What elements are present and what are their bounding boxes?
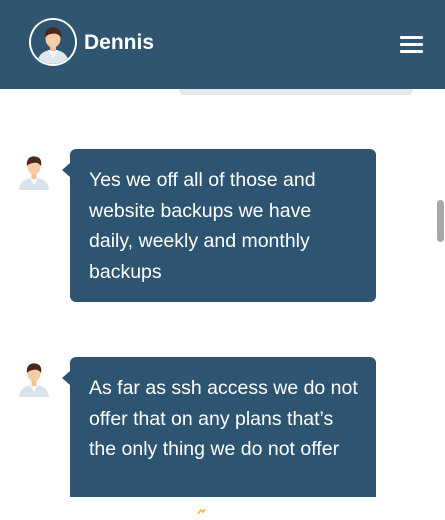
chat-message-list[interactable]: Yes we off all of those and website back… (0, 89, 445, 510)
contact-name: Dennis (84, 31, 155, 54)
hamburger-menu-icon[interactable] (394, 30, 428, 58)
bottom-edge (0, 497, 445, 510)
previous-message-bubble (179, 89, 413, 95)
menu-bar-top (400, 36, 423, 39)
sparkle-icon (197, 502, 206, 515)
chat-header: Dennis (0, 0, 445, 89)
contact-avatar[interactable] (29, 18, 77, 66)
message-bubble: Yes we off all of those and website back… (62, 149, 376, 302)
menu-bar-middle (400, 43, 423, 46)
person-avatar-icon (16, 359, 52, 397)
message-bubble: As far as ssh access we do not offer tha… (62, 357, 376, 510)
scrollbar-thumb[interactable] (437, 200, 444, 242)
menu-bar-bottom (400, 50, 423, 53)
person-avatar-icon (31, 20, 75, 64)
person-avatar-icon (16, 152, 52, 190)
